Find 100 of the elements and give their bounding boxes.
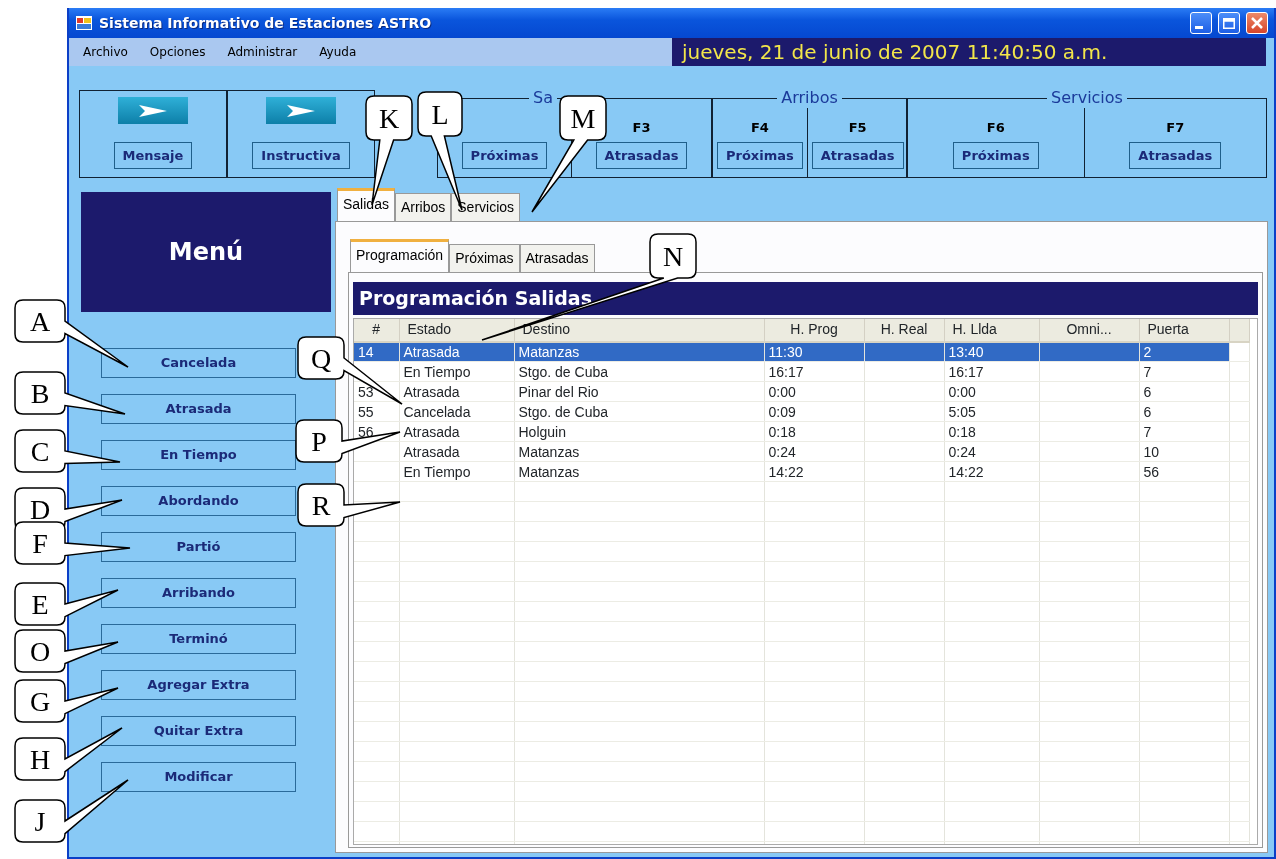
key-label: F3 — [632, 119, 651, 137]
table-cell: Matanzas — [518, 463, 580, 480]
toolbar-button[interactable]: Atrasadas — [811, 141, 904, 169]
callout-letter: H — [29, 744, 51, 775]
callout-letter: L — [431, 99, 449, 130]
table-cell: Matanzas — [518, 343, 580, 360]
sidebar-button[interactable]: Modificar — [101, 762, 296, 792]
column-header[interactable]: # — [354, 318, 399, 342]
toolbar-button[interactable]: Próximas — [461, 141, 548, 169]
menu-item[interactable]: Opciones — [149, 43, 206, 61]
table-cell: 2 — [1143, 343, 1152, 360]
column-header[interactable]: Omni... — [1039, 318, 1139, 342]
key-label: F6 — [986, 119, 1005, 137]
tab[interactable]: Arribos — [394, 193, 452, 221]
date-time-display: jueves, 21 de junio de 2007 11:40:50 a.m. — [672, 38, 1266, 66]
table-row[interactable]: En Tiempo Matanzas 14:22 14:22 56 — [354, 461, 1249, 482]
menu-item[interactable]: Archivo — [83, 43, 128, 61]
toolbar-button[interactable]: Atrasadas — [595, 141, 688, 169]
table-row[interactable]: 14 Atrasada Matanzas 11:30 13:40 2 — [354, 341, 1249, 362]
table-cell: 6 — [1143, 383, 1152, 400]
toolbar-button[interactable]: Mensaje — [113, 141, 193, 169]
table-cell: 7 — [1143, 363, 1152, 380]
callout-letter: N — [662, 241, 684, 272]
table-cell: 13:40 — [948, 343, 984, 360]
table-cell: 0:24 — [768, 443, 796, 460]
sidebar-button[interactable]: Arribando — [101, 578, 296, 608]
table-cell: 0:00 — [948, 383, 976, 400]
sidebar-button[interactable]: Terminó — [101, 624, 296, 654]
minimize-button[interactable] — [1190, 12, 1212, 34]
table-cell: 11:30 — [768, 343, 803, 360]
callout-letter: O — [29, 636, 51, 667]
tab[interactable]: Atrasadas — [519, 244, 595, 272]
column-header[interactable]: Estado — [399, 318, 514, 342]
arrow-button[interactable] — [118, 97, 188, 124]
column-header[interactable]: Destino — [514, 318, 764, 342]
tab[interactable]: Programación — [350, 239, 450, 272]
toolbar-button[interactable]: Atrasadas — [1129, 141, 1222, 169]
table-cell: 14 — [358, 343, 374, 360]
callout-letter: R — [311, 490, 331, 521]
key-label: F7 — [1166, 119, 1185, 137]
callout-letter: J — [34, 806, 46, 837]
menu-item[interactable]: Administrar — [227, 43, 298, 61]
arrow-button[interactable] — [266, 97, 336, 124]
sidebar-button[interactable]: Agregar Extra — [101, 670, 296, 700]
toolbar-button[interactable]: Próximas — [717, 141, 803, 169]
callout-letter: P — [311, 426, 327, 457]
sidebar-button[interactable]: Atrasada — [101, 394, 296, 424]
callout-letter: M — [570, 103, 596, 134]
table-cell: En Tiempo — [403, 363, 471, 380]
table-row[interactable]: 55 Cancelada Stgo. de Cuba 0:09 5:05 6 — [354, 401, 1249, 422]
toolbar-button[interactable]: Próximas — [952, 141, 1039, 169]
table-cell: 5:05 — [948, 403, 976, 420]
table-cell: Holguin — [518, 423, 566, 440]
table-cell: 0:00 — [768, 383, 796, 400]
sidebar-button[interactable]: Quitar Extra — [101, 716, 296, 746]
table-cell: 55 — [358, 403, 374, 420]
maximize-button[interactable] — [1218, 12, 1240, 34]
group-legend: Sa — [533, 86, 553, 110]
table-cell: Atrasada — [403, 443, 460, 460]
callout-letter: Q — [310, 343, 332, 374]
close-icon — [1251, 17, 1263, 29]
table-cell: 14:22 — [768, 463, 804, 480]
table-cell: Matanzas — [518, 443, 580, 460]
tab[interactable]: Servicios — [451, 193, 521, 221]
table-cell: 0:24 — [948, 443, 976, 460]
tab[interactable]: Salidas — [337, 188, 395, 221]
sidebar-button[interactable]: Cancelada — [101, 348, 296, 378]
table-cell: Stgo. de Cuba — [518, 363, 608, 380]
key-label: F5 — [848, 119, 867, 137]
column-header[interactable]: H. Real — [864, 318, 944, 342]
menu-item[interactable]: Ayuda — [319, 43, 357, 61]
callout-letter: C — [30, 436, 50, 467]
callout-letter: A — [29, 306, 51, 337]
table-cell: Stgo. de Cuba — [518, 403, 608, 420]
key-label: F4 — [750, 119, 769, 137]
table-cell: Atrasada — [403, 383, 460, 400]
column-header[interactable]: H. Prog — [764, 318, 864, 342]
group-legend: Servicios — [1051, 86, 1123, 110]
sidebar-button[interactable]: Partió — [101, 532, 296, 562]
table-cell: 0:18 — [948, 423, 976, 440]
table-cell: 14:22 — [948, 463, 984, 480]
table-cell: 56 — [1143, 463, 1160, 480]
callout-letter: B — [30, 378, 50, 409]
column-header[interactable]: H. Llda — [944, 318, 1039, 342]
table-cell: 0:09 — [768, 403, 796, 420]
tab[interactable]: Próximas — [449, 244, 520, 272]
group-legend: Arribos — [781, 86, 838, 110]
sidebar-button[interactable]: Abordando — [101, 486, 296, 516]
close-button[interactable] — [1246, 12, 1268, 34]
table-cell: Atrasada — [403, 343, 460, 360]
column-header[interactable]: Puerta — [1139, 318, 1229, 342]
table-cell: 16:17 — [768, 363, 804, 380]
table-cell: 0:18 — [768, 423, 796, 440]
toolbar-button[interactable]: Instructiva — [252, 141, 350, 169]
callout-letter: G — [29, 686, 51, 717]
table-cell: 56 — [358, 423, 374, 440]
sidebar-button[interactable]: En Tiempo — [101, 440, 296, 470]
table-cell: 7 — [1143, 423, 1152, 440]
grid-title: Programación Salidas — [353, 282, 1258, 315]
table-cell: 53 — [358, 383, 374, 400]
